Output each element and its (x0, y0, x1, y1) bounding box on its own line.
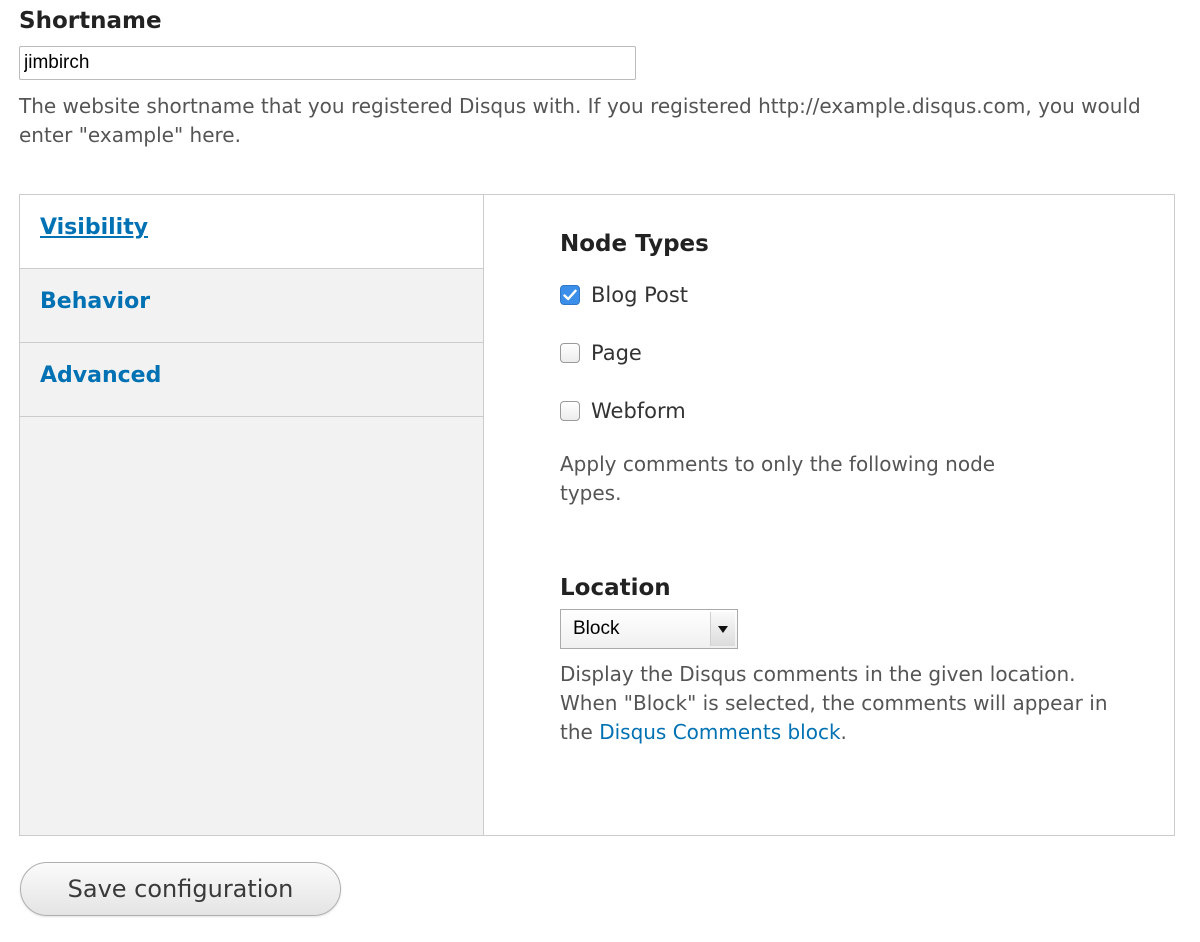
tab-advanced-link[interactable]: Advanced (40, 363, 161, 388)
save-configuration-button[interactable]: Save configuration (20, 862, 341, 916)
vertical-tabs-menu: Visibility Behavior Advanced (20, 195, 484, 835)
tab-behavior[interactable]: Behavior (20, 269, 483, 343)
disqus-comments-block-link[interactable]: Disqus Comments block (599, 720, 840, 744)
checkmark-icon (563, 289, 577, 301)
shortname-input[interactable] (19, 46, 636, 80)
checkbox-page[interactable]: Page (560, 341, 642, 365)
tab-visibility-link[interactable]: Visibility (40, 215, 148, 240)
location-title: Location (560, 575, 671, 601)
tab-behavior-link[interactable]: Behavior (40, 289, 150, 314)
location-select-value: Block (573, 618, 620, 639)
checkbox-page-label: Page (591, 341, 642, 365)
shortname-description: The website shortname that you registere… (19, 94, 1141, 147)
checkbox-blog-post-label: Blog Post (591, 283, 689, 307)
checkbox-webform-box[interactable] (560, 401, 580, 421)
checkbox-blog-post[interactable]: Blog Post (560, 283, 688, 307)
tab-visibility[interactable]: Visibility (20, 195, 483, 269)
location-select[interactable]: Block (560, 609, 738, 649)
vertical-tabs: Visibility Behavior Advanced Node Types … (19, 194, 1175, 836)
checkbox-webform-label: Webform (591, 399, 686, 423)
shortname-label: Shortname (19, 8, 162, 34)
location-description: Display the Disqus comments in the given… (560, 660, 1120, 747)
node-types-title: Node Types (560, 231, 709, 257)
checkbox-webform[interactable]: Webform (560, 399, 686, 423)
tab-advanced[interactable]: Advanced (20, 343, 483, 417)
dropdown-arrow-icon[interactable] (710, 612, 735, 646)
checkbox-page-box[interactable] (560, 343, 580, 363)
node-types-description: Apply comments to only the following nod… (560, 452, 996, 505)
location-description-end: . (840, 720, 847, 744)
checkbox-blog-post-box[interactable] (560, 285, 580, 305)
